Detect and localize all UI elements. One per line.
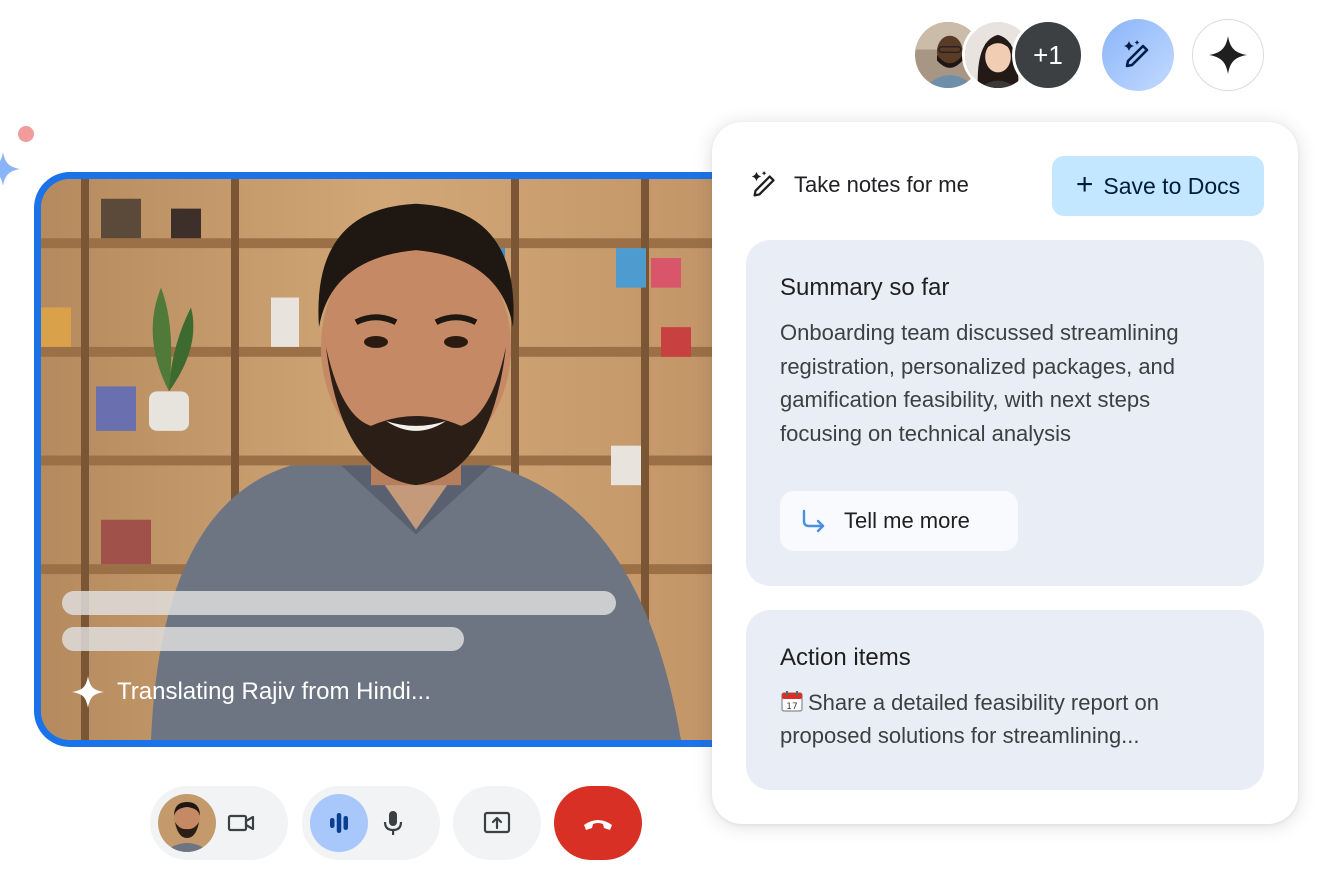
translation-status: Translating Rajiv from Hindi... (71, 675, 431, 709)
take-notes-button[interactable] (1102, 19, 1174, 91)
present-screen-icon (483, 811, 511, 834)
gemini-sparkle-icon (1209, 36, 1247, 74)
plus-icon: + (1075, 167, 1094, 201)
panel-header: Take notes for me (748, 168, 969, 202)
end-call-icon (584, 820, 612, 830)
arrow-return-icon (802, 509, 825, 533)
notes-panel: Take notes for me + Save to Docs Summary… (712, 122, 1298, 824)
caption-placeholder-line (62, 627, 464, 651)
panel-title: Take notes for me (794, 172, 969, 197)
action-item-text: Share a detailed feasibility report on p… (780, 690, 1159, 748)
summary-title: Summary so far (780, 274, 950, 301)
decorative-sparkle-icon (0, 152, 20, 186)
microphone-control (302, 786, 440, 860)
camera-control (150, 786, 288, 860)
meeting-stage: +1 Translating Rajiv from Hindi... Take … (0, 0, 1320, 871)
gemini-button[interactable] (1192, 19, 1264, 91)
audio-level-icon (330, 813, 348, 833)
action-item: 17 Share a detailed feasibility report o… (780, 686, 1230, 752)
present-screen-toggle (472, 798, 522, 848)
tell-me-more-label: Tell me more (844, 508, 970, 533)
translation-status-text: Translating Rajiv from Hindi... (117, 678, 431, 705)
present-screen-button[interactable] (453, 786, 541, 860)
sparkle-icon (72, 676, 104, 708)
tell-me-more-button[interactable]: Tell me more (780, 491, 1018, 551)
calendar-icon: 17 (781, 691, 803, 712)
action-items-card: Action items 17 Share a detailed feasibi… (746, 610, 1264, 790)
microphone-icon (383, 811, 403, 835)
self-avatar[interactable] (158, 794, 216, 852)
speaker-video-feed (41, 179, 734, 740)
summary-body: Onboarding team discussed streamlining r… (780, 320, 1179, 446)
speaking-indicator (310, 794, 368, 852)
video-camera-icon (227, 814, 255, 832)
end-call-button[interactable] (554, 786, 642, 860)
summary-card: Summary so far Onboarding team discussed… (746, 240, 1264, 586)
pencil-sparkle-icon (751, 170, 775, 197)
camera-toggle[interactable] (216, 798, 266, 848)
more-participants-count[interactable]: +1 (1012, 19, 1084, 91)
decorative-dot (18, 126, 34, 142)
speaker-video: Translating Rajiv from Hindi... (34, 172, 734, 747)
save-to-docs-label: Save to Docs (1103, 172, 1241, 199)
caption-placeholder-line (62, 591, 616, 615)
pencil-sparkle-icon (1124, 40, 1149, 68)
svg-text:17: 17 (786, 702, 797, 712)
microphone-toggle[interactable] (368, 798, 418, 848)
save-to-docs-button[interactable]: + Save to Docs (1052, 156, 1264, 216)
action-items-title: Action items (780, 644, 911, 671)
